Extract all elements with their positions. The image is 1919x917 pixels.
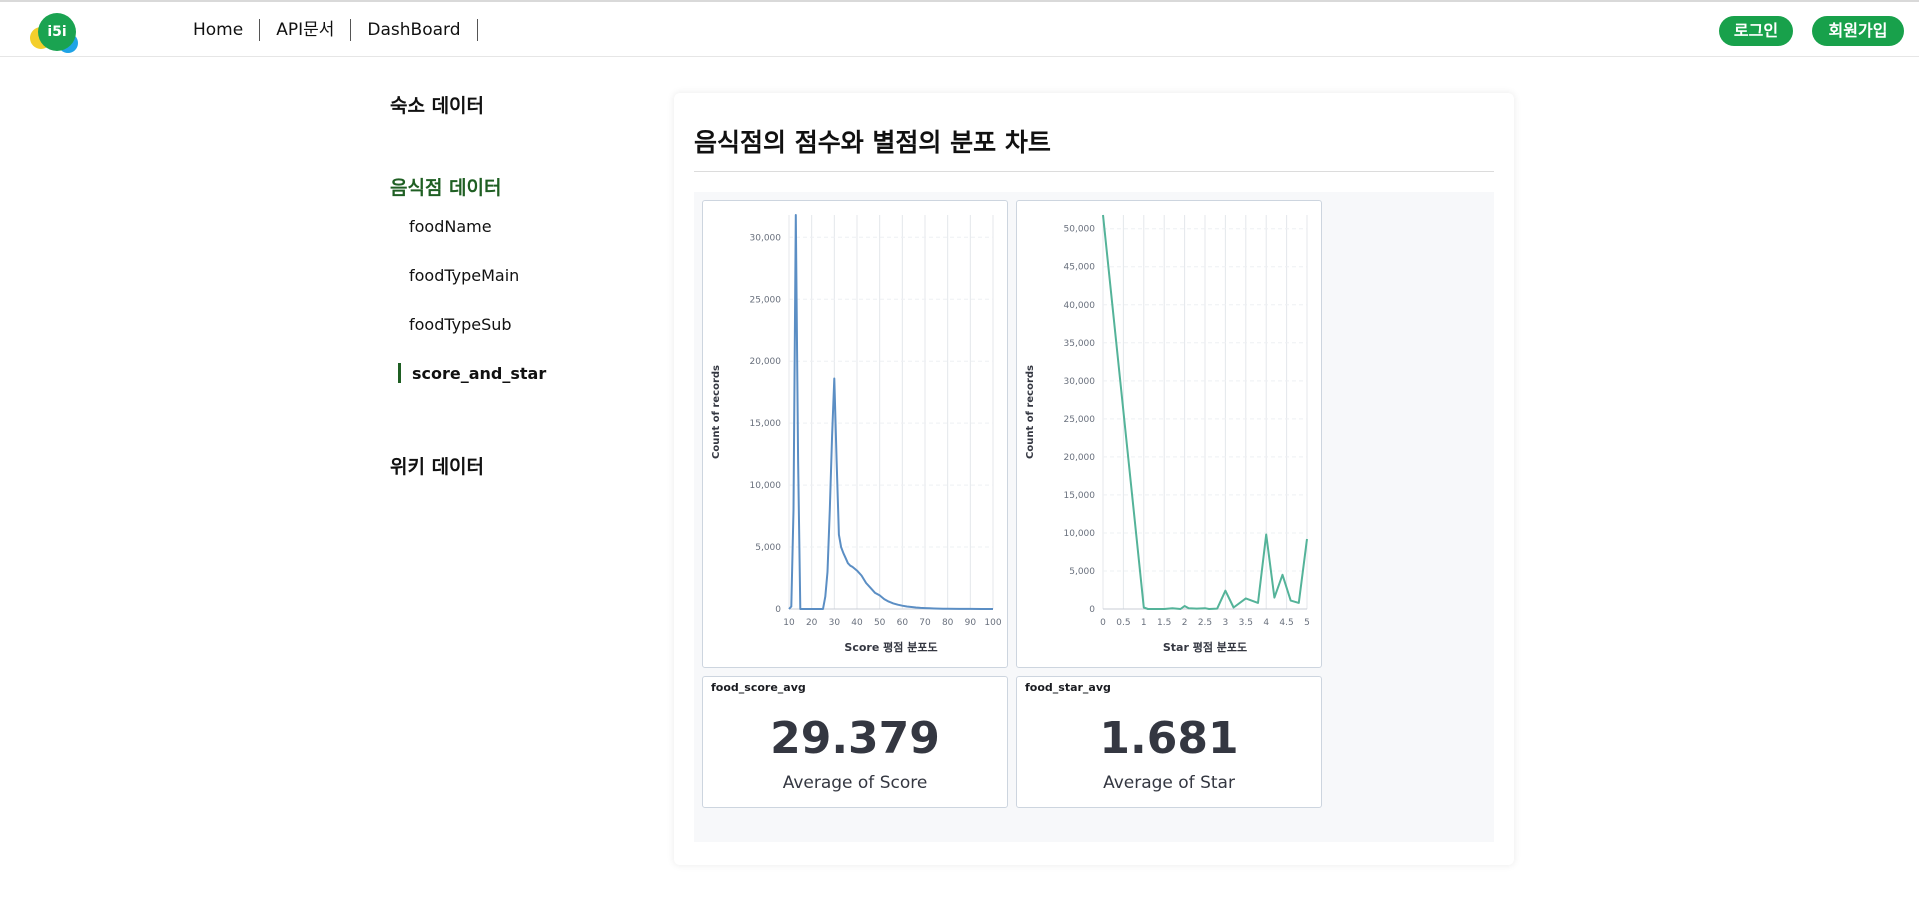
x-tick-label: 1 (1141, 618, 1147, 628)
nav-api-docs[interactable]: API문서 (260, 19, 352, 41)
star-chart-panel[interactable]: 0 0.5 1 1.5 2 2.5 3 3.5 4 4.5 5 0 5,000 10,000 15,000 2… (1016, 200, 1322, 668)
y-tick-label: 0 (775, 605, 781, 615)
y-tick-label: 45,000 (1064, 263, 1096, 273)
metric-title: food_star_avg (1025, 681, 1111, 694)
metric-value: 29.379 (770, 713, 940, 764)
x-tick-label: 3 (1223, 618, 1229, 628)
top-navbar: i5i Home API문서 DashBoard 로그인 회원가입 (0, 2, 1919, 57)
main-nav: Home API문서 DashBoard (193, 17, 478, 43)
x-tick-label: 0.5 (1116, 618, 1130, 628)
y-tick-label: 10,000 (750, 481, 782, 491)
sidebar-item-foodname[interactable]: foodName (409, 217, 492, 236)
x-tick-label: 30 (829, 618, 841, 628)
y-tick-label: 5,000 (755, 543, 781, 553)
y-tick-label: 15,000 (750, 419, 782, 429)
x-tick-label: 3.5 (1239, 618, 1253, 628)
y-axis-title: Count of records (711, 365, 722, 459)
x-tick-label: 40 (851, 618, 863, 628)
metric-title: food_score_avg (711, 681, 806, 694)
sidebar-section-lodging[interactable]: 숙소 데이터 (390, 91, 484, 118)
x-tick-label: 50 (874, 618, 886, 628)
metric-label: Average of Score (782, 773, 928, 793)
y-tick-label: 30,000 (1064, 377, 1096, 387)
x-tick-label: 100 (984, 618, 1001, 628)
x-tick-label: 0 (1100, 618, 1106, 628)
x-tick-label: 1.5 (1157, 618, 1171, 628)
score-distribution-chart: 10 20 30 40 50 60 70 80 90 100 0 5,000 10,000 15,000 2… (711, 214, 1002, 654)
dashboard-area: 10 20 30 40 50 60 70 80 90 100 0 5,000 10,000 15,000 2… (694, 192, 1494, 842)
x-tick-label: 5 (1304, 618, 1310, 628)
score-chart-panel[interactable]: 10 20 30 40 50 60 70 80 90 100 0 5,000 10,000 15,000 2… (702, 200, 1008, 668)
sidebar-selected-indicator (398, 363, 401, 383)
x-tick-label: 4 (1263, 618, 1269, 628)
star-average-metric[interactable]: food_star_avg 1.681 Average of Star (1016, 676, 1322, 808)
y-tick-label: 20,000 (1064, 453, 1096, 463)
x-axis-title: Star 평점 분포도 (1163, 640, 1247, 654)
x-tick-label: 20 (806, 618, 818, 628)
x-tick-label: 90 (965, 618, 977, 628)
y-tick-label: 50,000 (1064, 225, 1096, 235)
login-button[interactable]: 로그인 (1719, 16, 1793, 46)
x-tick-label: 80 (942, 618, 954, 628)
sidebar-item-score-and-star[interactable]: score_and_star (412, 364, 546, 383)
y-tick-label: 10,000 (1064, 529, 1096, 539)
x-tick-label: 2 (1182, 618, 1188, 628)
score-average-metric[interactable]: food_score_avg 29.379 Average of Score (702, 676, 1008, 808)
sidebar-item-foodtypemain[interactable]: foodTypeMain (409, 266, 519, 285)
y-tick-label: 25,000 (1064, 415, 1096, 425)
y-tick-label: 0 (1089, 605, 1095, 615)
sidebar-section-restaurant[interactable]: 음식점 데이터 (390, 173, 502, 200)
x-tick-label: 2.5 (1198, 618, 1212, 628)
main-card: 음식점의 점수와 별점의 분포 차트 10 20 30 40 50 60 70 80 90 100… (674, 93, 1514, 865)
site-logo[interactable]: i5i (30, 9, 84, 55)
star-distribution-chart: 0 0.5 1 1.5 2 2.5 3 3.5 4 4.5 5 0 5,000 10,000 15,000 2… (1025, 214, 1310, 654)
metric-value: 1.681 (1099, 713, 1239, 764)
sidebar-item-foodtypesub[interactable]: foodTypeSub (409, 315, 512, 334)
signup-button[interactable]: 회원가입 (1812, 16, 1904, 46)
page-title: 음식점의 점수와 별점의 분포 차트 (694, 128, 1051, 157)
y-axis-title: Count of records (1025, 365, 1036, 459)
title-divider (694, 171, 1494, 172)
series-line (788, 214, 993, 610)
y-tick-label: 25,000 (750, 295, 782, 305)
y-tick-label: 30,000 (750, 233, 782, 243)
x-tick-label: 4.5 (1279, 618, 1293, 628)
sidebar-section-wiki[interactable]: 위키 데이터 (390, 452, 484, 479)
y-tick-label: 40,000 (1064, 301, 1096, 311)
nav-dashboard[interactable]: DashBoard (351, 19, 478, 41)
y-tick-label: 5,000 (1069, 567, 1095, 577)
y-tick-label: 20,000 (750, 357, 782, 367)
x-axis-title: Score 평점 분포도 (844, 640, 937, 654)
logo-green-circle: i5i (38, 13, 76, 51)
y-tick-label: 35,000 (1064, 339, 1096, 349)
x-tick-label: 70 (919, 618, 931, 628)
x-tick-label: 60 (897, 618, 909, 628)
x-tick-label: 10 (783, 618, 795, 628)
metric-label: Average of Star (1103, 773, 1235, 793)
nav-home[interactable]: Home (193, 19, 261, 41)
y-tick-label: 15,000 (1064, 491, 1096, 501)
